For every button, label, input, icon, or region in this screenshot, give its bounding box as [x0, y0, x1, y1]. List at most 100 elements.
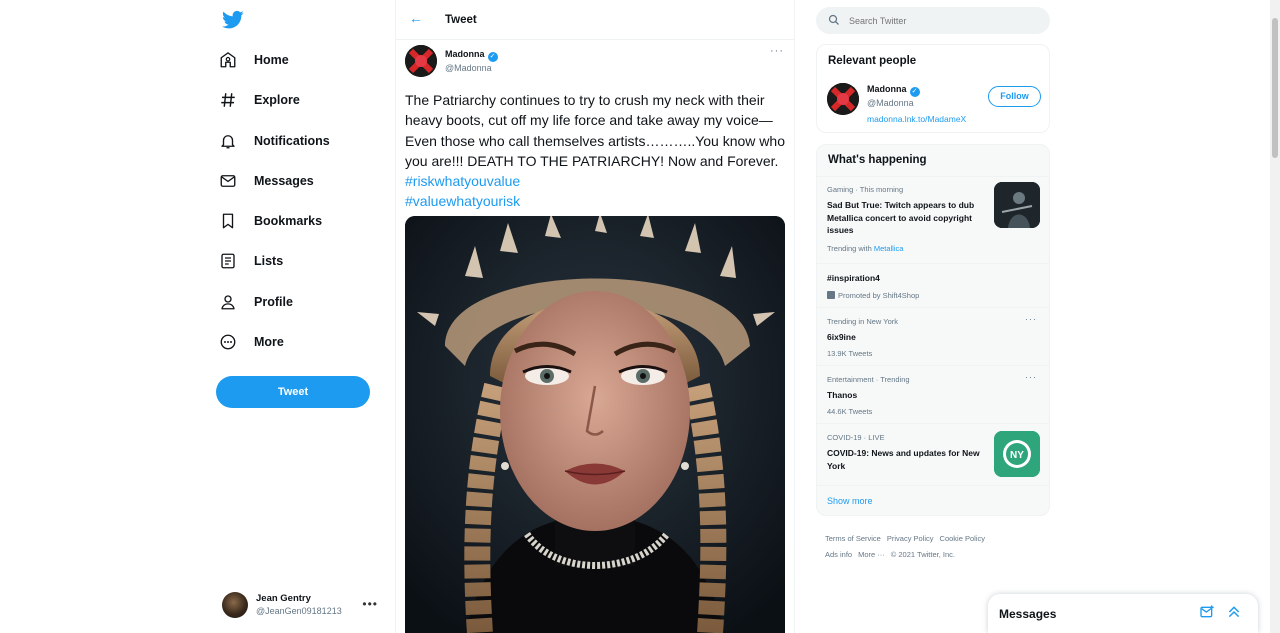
avatar[interactable]: [827, 83, 859, 115]
account-handle: @JeanGen09181213: [256, 606, 342, 616]
more-dots-icon[interactable]: ···: [770, 45, 784, 57]
compose-tweet-button[interactable]: Tweet: [216, 376, 370, 408]
trend-title: Sad But True: Twitch appears to dub Meta…: [827, 200, 975, 235]
trend-title: COVID-19: News and updates for New York: [827, 448, 980, 471]
footer-link[interactable]: Privacy Policy: [887, 534, 934, 543]
search-box[interactable]: [816, 7, 1050, 34]
messages-drawer[interactable]: Messages: [988, 594, 1258, 633]
author-handle[interactable]: @Madonna: [445, 63, 492, 73]
trend-title: 6ix9ine: [827, 332, 856, 342]
author-name-text: Madonna: [445, 49, 485, 59]
footer-link[interactable]: More ···: [858, 550, 885, 559]
trend-item[interactable]: Trending in New York ··· 6ix9ine 13.9K T…: [817, 307, 1049, 365]
person-name[interactable]: Madonna ✓: [867, 84, 920, 97]
envelope-icon: [217, 170, 239, 192]
tweet-body: The Patriarchy continues to try to crush…: [405, 92, 785, 169]
whats-happening-card: What's happening Gaming · This morning S…: [816, 144, 1050, 516]
nav-label: Notifications: [254, 134, 330, 148]
nav-notifications[interactable]: Notifications: [217, 126, 330, 156]
nav-home[interactable]: Home: [217, 45, 289, 75]
home-icon: [217, 49, 239, 71]
nav-label: Bookmarks: [254, 214, 323, 228]
trend-item[interactable]: #inspiration4 Promoted by Shift4Shop: [817, 263, 1049, 307]
nav-label: Messages: [254, 174, 314, 188]
nav-label: Lists: [254, 254, 284, 268]
trend-thumbnail: NY: [994, 431, 1040, 477]
card-title: What's happening: [828, 154, 927, 166]
twitter-logo-icon[interactable]: [222, 10, 244, 30]
card-title: Relevant people: [828, 55, 917, 67]
verified-badge-icon: ✓: [909, 87, 920, 97]
trend-sub: 13.9K Tweets: [827, 349, 873, 358]
avatar: [222, 592, 248, 618]
hashtag-link[interactable]: #valuewhatyourisk: [405, 193, 520, 209]
trend-meta: Gaming · This morning: [827, 185, 904, 194]
left-navigation: Home Explore Notifications Messages Book…: [205, 0, 395, 633]
nav-messages[interactable]: Messages: [217, 166, 314, 196]
trend-item[interactable]: Entertainment · Trending ··· Thanos 44.6…: [817, 365, 1049, 423]
trend-sub-text: Promoted by Shift4Shop: [838, 291, 920, 300]
trend-meta: COVID-19 · LIVE: [827, 433, 885, 442]
footer-link[interactable]: Terms of Service: [825, 534, 881, 543]
nav-label: Profile: [254, 295, 293, 309]
bell-icon: [217, 130, 239, 152]
page-header: ← Tweet: [396, 0, 794, 40]
nav-more[interactable]: More: [217, 327, 284, 357]
person-name-text: Madonna: [867, 84, 907, 94]
back-arrow-icon[interactable]: ←: [409, 10, 423, 26]
list-icon: [217, 250, 239, 272]
page-scrollbar[interactable]: [1270, 0, 1280, 633]
nav-bookmarks[interactable]: Bookmarks: [217, 206, 322, 236]
account-switcher[interactable]: Jean Gentry @JeanGen09181213 •••: [222, 590, 392, 620]
show-more-row[interactable]: Show more: [817, 485, 1049, 515]
search-icon: [828, 14, 839, 25]
account-names: Jean Gentry @JeanGen09181213: [256, 592, 342, 618]
more-dots-icon: •••: [362, 597, 378, 611]
new-message-icon[interactable]: [1199, 604, 1215, 620]
trend-sub: Promoted by Shift4Shop: [827, 291, 919, 300]
double-chevron-up-icon[interactable]: [1226, 604, 1242, 620]
search-input[interactable]: [849, 13, 1039, 28]
relevant-people-card: Relevant people Madonna ✓ @Madonna madonn…: [816, 44, 1050, 133]
tweet-author: Madonna ✓ @Madonna ···: [405, 45, 790, 79]
trend-sub-link[interactable]: Metallica: [874, 244, 904, 253]
nav-label: Home: [254, 53, 289, 67]
more-circle-icon: [217, 331, 239, 353]
trend-item[interactable]: COVID-19 · LIVE COVID-19: News and updat…: [817, 423, 1049, 485]
promoted-icon: [827, 291, 835, 299]
author-name[interactable]: Madonna ✓: [445, 49, 498, 62]
trend-title: Thanos: [827, 390, 858, 400]
nav-label: More: [254, 335, 284, 349]
trend-meta: Trending in New York: [827, 317, 899, 326]
trend-sub: 44.6K Tweets: [827, 407, 873, 416]
trend-item[interactable]: Gaming · This morning Sad But True: Twit…: [817, 176, 1049, 263]
more-dots-icon[interactable]: ···: [1025, 314, 1037, 324]
show-more-link[interactable]: Show more: [827, 496, 873, 506]
nav-explore[interactable]: Explore: [217, 85, 300, 115]
account-name: Jean Gentry: [256, 593, 311, 604]
footer-links: Terms of Service Privacy Policy Cookie Pol…: [825, 531, 1035, 563]
nav-lists[interactable]: Lists: [217, 246, 283, 276]
more-dots-icon[interactable]: ···: [1025, 372, 1037, 382]
follow-button[interactable]: Follow: [988, 86, 1041, 107]
trend-title: #inspiration4: [827, 273, 880, 283]
nav-label: Explore: [254, 93, 300, 107]
verified-badge-icon: ✓: [487, 52, 498, 62]
footer-link[interactable]: Cookie Policy: [940, 534, 985, 543]
main-column: ← Tweet Madonna ✓ @Madonna ··· The Patria…: [395, 0, 795, 633]
nav-profile[interactable]: Profile: [217, 287, 293, 317]
bio-link[interactable]: madonna.lnk.to/MadameX: [867, 114, 966, 124]
bookmark-icon: [217, 210, 239, 232]
tweet-photo[interactable]: [405, 216, 785, 633]
hashtag-link[interactable]: #riskwhatyouvalue: [405, 173, 520, 189]
avatar[interactable]: [405, 45, 437, 77]
scrollbar-thumb[interactable]: [1272, 18, 1278, 158]
footer-link[interactable]: Ads info: [825, 550, 852, 559]
trend-meta: Entertainment · Trending: [827, 375, 910, 384]
person-handle[interactable]: @Madonna: [867, 98, 914, 108]
person-icon: [217, 291, 239, 313]
trend-sub-prefix: Trending with: [827, 244, 874, 253]
trend-thumbnail: [994, 182, 1040, 228]
messages-title: Messages: [999, 607, 1057, 621]
tweet-text: The Patriarchy continues to try to crush…: [405, 90, 785, 212]
